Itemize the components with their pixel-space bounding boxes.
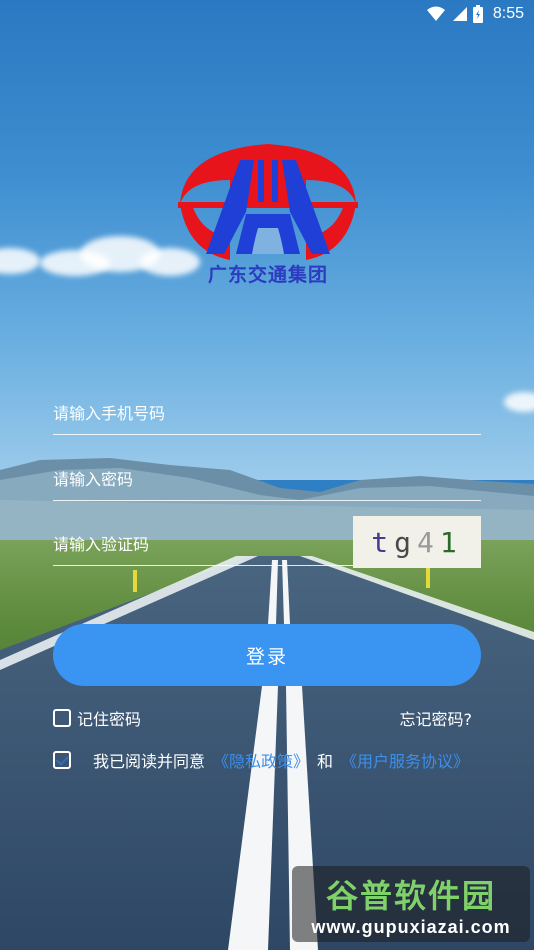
- watermark-url: www.gupuxiazai.com: [311, 916, 511, 937]
- remember-checkbox[interactable]: [53, 709, 71, 727]
- captcha-placeholder: 请输入验证码: [53, 535, 150, 554]
- agreement-checkbox[interactable]: [53, 751, 71, 769]
- captcha-char: 4: [417, 525, 440, 559]
- privacy-policy-link[interactable]: 《隐私政策》: [213, 748, 309, 772]
- captcha-char: g: [394, 525, 417, 559]
- user-agreement-link[interactable]: 《用户服务协议》: [341, 748, 469, 772]
- forgot-password-link[interactable]: 忘记密码?: [400, 706, 473, 730]
- captcha-input[interactable]: 请输入验证码: [53, 521, 353, 566]
- watermark-title: 谷普软件园: [325, 876, 496, 915]
- login-button[interactable]: 登录: [53, 624, 481, 686]
- captcha-char: 1: [439, 525, 463, 559]
- password-placeholder: 请输入密码: [53, 470, 134, 489]
- remember-password[interactable]: 记住密码: [53, 706, 141, 730]
- phone-placeholder: 请输入手机号码: [53, 404, 166, 423]
- agreement-row: 我已阅读并同意 《隐私政策》 和 《用户服务协议》: [53, 748, 469, 772]
- battery-icon: [472, 5, 483, 23]
- remember-label: 记住密码: [77, 710, 142, 729]
- logo-text: 广东交通集团: [207, 264, 328, 286]
- watermark: 谷普软件园 www.gupuxiazai.com: [292, 866, 530, 942]
- phone-input[interactable]: 请输入手机号码: [53, 390, 481, 435]
- cell-signal-icon: [452, 7, 467, 21]
- clock: 8:55: [492, 5, 524, 22]
- wifi-icon: [426, 6, 445, 21]
- agreement-and: 和: [317, 752, 334, 771]
- status-bar: 8:55: [0, 0, 534, 28]
- captcha-char: t: [371, 525, 395, 559]
- agreement-prefix: 我已阅读并同意: [93, 752, 206, 771]
- captcha-image[interactable]: t g 4 1: [353, 516, 481, 568]
- password-input[interactable]: 请输入密码: [53, 456, 481, 501]
